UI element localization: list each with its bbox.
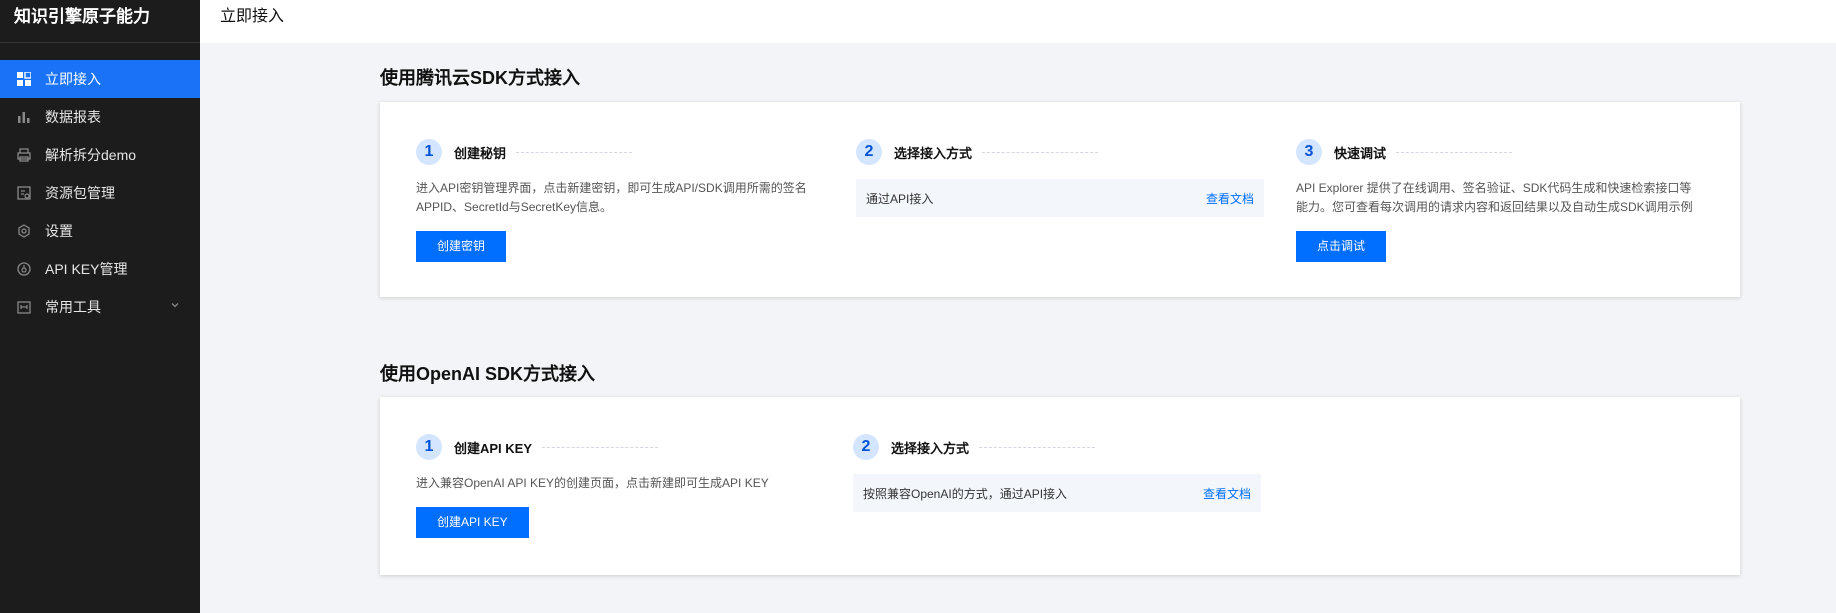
step-select-access: 2 选择接入方式 通过API接入 查看文档 xyxy=(856,138,1264,217)
grid-icon xyxy=(17,72,31,86)
sidebar-nav: 立即接入 数据报表 解析拆分demo 资源包管理 设置 API KEY管理 常用… xyxy=(0,60,200,326)
step-number-badge: 3 xyxy=(1296,139,1322,165)
sidebar-item-label: API KEY管理 xyxy=(45,261,128,277)
step-quick-debug: 3 快速调试 API Explorer 提供了在线调用、签名验证、SDK代码生成… xyxy=(1296,138,1701,262)
step-divider xyxy=(979,446,1096,448)
create-api-key-button[interactable]: 创建API KEY xyxy=(416,507,529,538)
step-title: 选择接入方式 xyxy=(891,440,970,456)
step-title: 创建秘钥 xyxy=(454,145,507,161)
bar-chart-icon xyxy=(17,110,31,124)
step-title: 创建API KEY xyxy=(454,440,533,456)
view-docs-link[interactable]: 查看文档 xyxy=(1206,190,1254,207)
top-bar: 立即接入 xyxy=(200,0,1836,43)
sidebar: 知识引擎原子能力 立即接入 数据报表 解析拆分demo 资源包管理 设置 API… xyxy=(0,0,200,613)
sidebar-item-tools[interactable]: 常用工具 xyxy=(0,288,200,326)
page-title: 立即接入 xyxy=(220,8,285,25)
section-title-tencent-sdk: 使用腾讯云SDK方式接入 xyxy=(380,68,581,88)
step-select-access-openai: 2 选择接入方式 按照兼容OpenAI的方式，通过API接入 查看文档 xyxy=(853,433,1261,512)
access-method-label: 通过API接入 xyxy=(866,191,934,206)
toolbox-icon xyxy=(17,300,31,314)
sidebar-item-quick-access[interactable]: 立即接入 xyxy=(0,60,200,98)
sidebar-item-settings[interactable]: 设置 xyxy=(0,212,200,250)
step-divider xyxy=(1396,151,1513,153)
sidebar-item-label: 立即接入 xyxy=(45,71,101,87)
step-number-badge: 1 xyxy=(416,434,442,460)
sidebar-item-reports[interactable]: 数据报表 xyxy=(0,98,200,136)
chevron-down-icon[interactable] xyxy=(170,300,180,310)
view-docs-link[interactable]: 查看文档 xyxy=(1203,485,1251,502)
step-divider xyxy=(982,151,1099,153)
gear-icon xyxy=(17,224,31,238)
section-title-openai-sdk: 使用OpenAI SDK方式接入 xyxy=(380,364,596,384)
key-circle-icon xyxy=(17,262,31,276)
step-create-secret: 1 创建秘钥 进入API密钥管理界面，点击新建密钥，即可生成API/SDK调用所… xyxy=(416,138,821,262)
create-secret-button[interactable]: 创建密钥 xyxy=(416,231,507,262)
step-title: 快速调试 xyxy=(1334,145,1387,161)
step-title: 选择接入方式 xyxy=(894,145,973,161)
tencent-sdk-card: 1 创建秘钥 进入API密钥管理界面，点击新建密钥，即可生成API/SDK调用所… xyxy=(380,102,1740,297)
package-icon xyxy=(17,186,31,200)
step-divider xyxy=(542,446,659,448)
step-number-badge: 1 xyxy=(416,139,442,165)
printer-icon xyxy=(17,148,31,162)
app-title: 知识引擎原子能力 xyxy=(0,0,200,43)
step-description: 进入兼容OpenAI API KEY的创建页面，点击新建即可生成API KEY xyxy=(416,476,769,490)
access-method-label: 按照兼容OpenAI的方式，通过API接入 xyxy=(863,486,1068,501)
sidebar-item-label: 数据报表 xyxy=(45,109,101,125)
step-divider xyxy=(516,151,633,153)
sidebar-item-label: 设置 xyxy=(45,223,73,239)
sidebar-item-label: 资源包管理 xyxy=(45,185,115,201)
step-description: API Explorer 提供了在线调用、签名验证、SDK代码生成和快速检索接口… xyxy=(1296,181,1693,214)
openai-sdk-card: 1 创建API KEY 进入兼容OpenAI API KEY的创建页面，点击新建… xyxy=(380,397,1740,575)
access-method-option: 按照兼容OpenAI的方式，通过API接入 查看文档 xyxy=(853,474,1261,512)
step-number-badge: 2 xyxy=(853,434,879,460)
access-method-option: 通过API接入 查看文档 xyxy=(856,179,1264,217)
step-description: 进入API密钥管理界面，点击新建密钥，即可生成API/SDK调用所需的签名APP… xyxy=(416,181,807,214)
step-number-badge: 2 xyxy=(856,139,882,165)
debug-button[interactable]: 点击调试 xyxy=(1296,231,1387,262)
sidebar-item-label: 常用工具 xyxy=(45,299,101,315)
sidebar-item-packages[interactable]: 资源包管理 xyxy=(0,174,200,212)
sidebar-item-label: 解析拆分demo xyxy=(45,147,137,163)
sidebar-item-api-key[interactable]: API KEY管理 xyxy=(0,250,200,288)
sidebar-item-parse-demo[interactable]: 解析拆分demo xyxy=(0,136,200,174)
step-create-api-key: 1 创建API KEY 进入兼容OpenAI API KEY的创建页面，点击新建… xyxy=(416,433,821,538)
